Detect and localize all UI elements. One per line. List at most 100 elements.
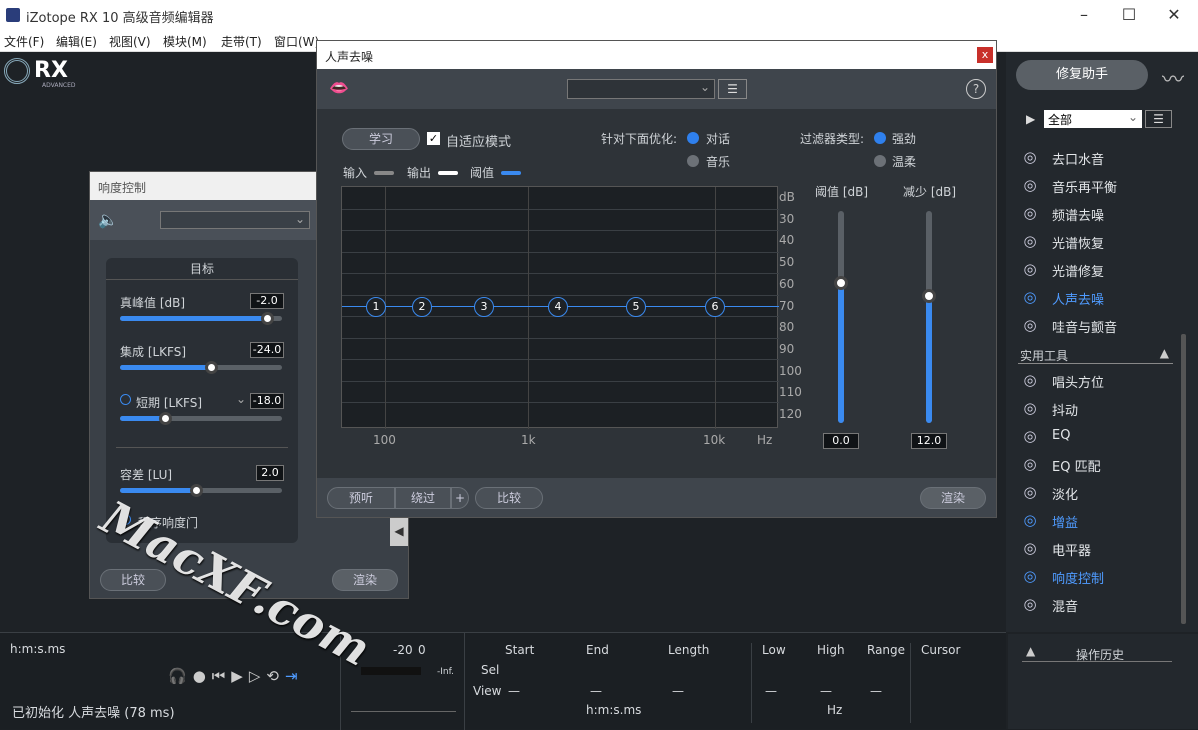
history-header[interactable]: ▲ 操作历史 [1022,644,1172,662]
short-term-toggle[interactable] [120,394,131,405]
true-peak-field[interactable]: -2.0 [250,293,284,309]
module-wow[interactable]: ◎ 哇音与颤音 [1018,312,1188,338]
integrated-field[interactable]: -24.0 [250,342,284,358]
loudness-render-button[interactable]: 渲染 [332,569,398,591]
opt-dialogue-radio[interactable] [687,132,699,144]
module-mouth[interactable]: ◎ 去口水音 [1018,144,1188,170]
tolerance-field[interactable]: 2.0 [256,465,284,481]
voice-compare-button[interactable]: 比较 [475,487,543,509]
gate-toggle[interactable] [120,514,131,525]
learn-button[interactable]: 学习 [342,128,420,150]
preview-button[interactable]: 预听 [327,487,395,509]
unit-hz: Hz [827,703,843,717]
module-spectrum[interactable]: ◎ 频谱去噪 [1018,200,1188,226]
menu-window[interactable]: 窗口(W) [274,33,319,50]
play-selection-icon[interactable]: ▷ [249,667,267,685]
reduction-field[interactable]: 12.0 [911,433,947,449]
noise-profile-graph[interactable]: 1 2 3 4 5 6 [341,186,779,429]
module-mix[interactable]: ◎ 混音 [1018,591,1188,617]
db-tick: 120 [779,407,802,421]
integrated-slider[interactable] [120,361,282,374]
freq-range[interactable]: — [870,684,882,698]
module-scrollbar[interactable] [1181,334,1186,624]
reduction-slider[interactable] [922,211,936,423]
module-restore[interactable]: ◎ 光谱恢复 [1018,228,1188,254]
threshold-node[interactable]: 6 [705,297,725,317]
module-speaker[interactable]: ◎ 响度控制 [1018,563,1188,589]
voice-render-button[interactable]: 渲染 [920,487,986,509]
module-eq-match[interactable]: ◎ EQ 匹配 [1018,451,1188,477]
module-filter-select[interactable]: 全部 ⌄ [1044,110,1142,128]
freq-high[interactable]: — [820,684,832,698]
chevron-down-icon[interactable]: ⌄ [236,392,246,406]
menu-transport[interactable]: 走带(T) [221,33,262,50]
play-module-icon[interactable]: ▶ [1026,112,1035,126]
voice-preset-select[interactable]: ⌄ [567,79,715,99]
freq-low[interactable]: — [765,684,777,698]
filter-strong-radio[interactable] [874,132,886,144]
col-end: End [586,643,609,657]
legend-input: 输入 [343,166,368,180]
play-icon[interactable]: ▶ [231,667,249,685]
bypass-button[interactable]: 绕过 [395,487,451,509]
collapse-panel-icon[interactable]: ◀ [390,516,408,546]
repair-assistant-button[interactable]: 修复助手 [1016,60,1148,90]
voice-denoise-title[interactable]: 人声去噪 [317,41,996,69]
module-menu-button[interactable]: ☰ [1145,110,1172,128]
utilities-header[interactable]: 实用工具 ▲ [1018,346,1173,364]
filter-soft-radio[interactable] [874,155,886,167]
db-tick: 30 [779,211,795,226]
module-azimuth[interactable]: ◎ 唱头方位 [1018,367,1188,393]
tolerance-slider[interactable] [120,484,282,497]
view-start[interactable]: — [508,684,520,698]
time-format[interactable]: h:m:s.ms [10,642,65,656]
threshold-node[interactable]: 4 [548,297,568,317]
opt-music-radio[interactable] [687,155,699,167]
close-window-button[interactable]: ✕ [1162,4,1186,26]
hz-tick: Hz [757,433,773,447]
minimize-button[interactable]: – [1072,4,1096,26]
short-term-slider[interactable] [120,412,282,425]
menu-modules[interactable]: 模块(M) [163,33,207,50]
loudness-preset-select[interactable]: ⌄ [160,211,310,229]
adaptive-checkbox[interactable]: ✓ [427,132,440,145]
module-leveler[interactable]: ◎ 电平器 [1018,535,1188,561]
legend-output: 输出 [407,166,432,180]
module-repair[interactable]: ◎ 光谱修复 [1018,256,1188,282]
view-length[interactable]: — [672,684,684,698]
module-fade[interactable]: ◎ 淡化 [1018,479,1188,505]
assistant-wave-icon[interactable]: 〰 [1162,62,1184,94]
loudness-compare-button[interactable]: 比较 [100,569,166,591]
menu-file[interactable]: 文件(F) [4,33,44,50]
module-eq[interactable]: ◎ EQ [1018,423,1188,449]
short-term-field[interactable]: -18.0 [250,393,284,409]
maximize-button[interactable]: ☐ [1117,4,1141,26]
module-lips[interactable]: ◎ 人声去噪 [1018,284,1188,310]
threshold-node[interactable]: 2 [412,297,432,317]
threshold-node[interactable]: 5 [626,297,646,317]
view-end[interactable]: — [590,684,602,698]
close-dialog-button[interactable]: x [977,47,993,63]
module-music-note[interactable]: ◎ 音乐再平衡 [1018,172,1188,198]
meter-slider[interactable] [351,711,456,712]
loop-icon[interactable]: ⟲ [266,667,285,685]
grid-line [342,380,779,382]
voice-preset-menu[interactable]: ☰ [718,79,747,99]
record-icon[interactable]: ● [193,667,212,685]
menu-view[interactable]: 视图(V) [109,33,151,50]
module-dither[interactable]: ◎ 抖动 [1018,395,1188,421]
threshold-node[interactable]: 1 [366,297,386,317]
threshold-node[interactable]: 3 [474,297,494,317]
help-icon[interactable]: ? [966,79,986,99]
headphones-icon[interactable]: 🎧 [168,667,193,685]
grid-line [342,273,779,274]
module-gain[interactable]: ◎ 增益 [1018,507,1188,533]
skip-back-icon[interactable]: ⏮ [212,667,232,685]
gate-label: 程序响度门 [138,516,199,530]
threshold-slider[interactable] [834,211,848,423]
true-peak-slider[interactable] [120,312,282,325]
scroll-icon[interactable]: ⇥ [285,667,304,685]
menu-edit[interactable]: 编辑(E) [56,33,97,50]
db-tick: 60 [779,276,795,291]
threshold-field[interactable]: 0.0 [823,433,859,449]
